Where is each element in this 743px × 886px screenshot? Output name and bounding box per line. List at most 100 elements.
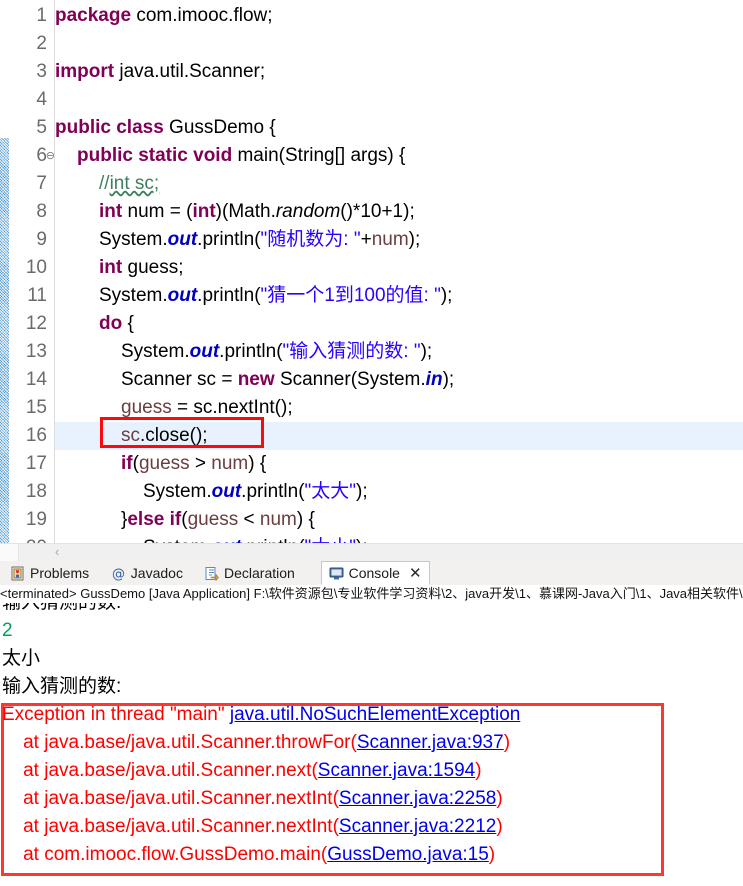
scrollbar-corner	[0, 544, 19, 561]
console-output[interactable]: 输入猜测的数:2太小输入猜测的数:Exception in thread "ma…	[0, 603, 743, 886]
stacktrace-link[interactable]: Scanner.java:1594	[318, 760, 475, 781]
console-line: 输入猜测的数:	[2, 673, 121, 701]
code-line: System.out.println("输入猜测的数: ");	[121, 338, 432, 366]
console-line: at java.base/java.util.Scanner.nextInt(S…	[2, 785, 503, 813]
code-token: guess	[138, 453, 190, 474]
editor-horizontal-scrollbar[interactable]: ‹	[0, 543, 743, 561]
code-editor[interactable]: 123456⊖7891011121314151617181920 package…	[0, 0, 743, 543]
code-line: System.out.println("太大");	[143, 478, 368, 506]
line-number: 18	[25, 481, 47, 502]
console-line: 输入猜测的数:	[2, 603, 121, 617]
code-line: guess = sc.nextInt();	[121, 394, 293, 422]
code-token: "猜一个1到100的值: "	[260, 285, 441, 306]
problems-icon	[10, 566, 25, 581]
line-number: 12	[25, 313, 47, 334]
stacktrace-link[interactable]: Scanner.java:2212	[339, 816, 496, 837]
console-icon	[329, 566, 344, 581]
code-token: guess	[187, 509, 239, 530]
line-number: 1	[36, 5, 47, 26]
console-text: 2	[2, 620, 13, 641]
code-token: .println(	[197, 285, 261, 306]
console-line: at com.imooc.flow.GussDemo.main(GussDemo…	[2, 841, 495, 869]
line-number: 14	[25, 369, 47, 390]
close-icon[interactable]: ✕	[409, 566, 422, 581]
code-line: int num = (int)(Math.random()*10+1);	[99, 198, 415, 226]
console-text: 输入猜测的数:	[2, 603, 121, 613]
code-token: num = (	[127, 201, 193, 222]
line-number: 8	[36, 201, 47, 222]
code-token: >	[189, 453, 212, 474]
line-number: 13	[25, 341, 47, 362]
code-token: int	[99, 201, 128, 222]
code-token: );	[440, 285, 453, 306]
console-line: at java.base/java.util.Scanner.next(Scan…	[2, 757, 482, 785]
code-line: sc.close();	[121, 422, 208, 450]
line-number: 2	[36, 33, 47, 54]
line-number-gutter[interactable]: 123456⊖7891011121314151617181920	[9, 0, 55, 543]
console-text: 太小	[2, 648, 41, 669]
code-token: in	[425, 369, 443, 390]
code-token: .close();	[140, 425, 208, 446]
code-token: public static void	[77, 145, 238, 166]
code-token: else if	[127, 509, 182, 530]
code-token: int sc;	[109, 173, 160, 194]
console-line: Exception in thread "main" java.util.NoS…	[2, 701, 520, 729]
code-line: System.out.println("随机数为: "+num);	[99, 226, 420, 254]
stacktrace-link[interactable]: Scanner.java:937	[357, 732, 504, 753]
tab-problems[interactable]: Problems	[3, 561, 96, 585]
console-launch-header: <terminated> GussDemo [Java Application]…	[0, 585, 743, 603]
code-line: //int sc;	[99, 170, 159, 198]
line-number: 7	[36, 173, 47, 194]
console-text: )	[475, 760, 482, 781]
code-token: //	[99, 173, 110, 194]
line-number: 5	[36, 117, 47, 138]
line-number: 11	[27, 285, 47, 306]
code-token: Scanner(System.	[279, 369, 426, 390]
tab-label: Declaration	[224, 565, 295, 581]
code-token: <	[238, 509, 260, 530]
console-text: at com.imooc.flow.GussDemo.main(	[2, 844, 328, 865]
tab-label: Console	[348, 565, 400, 581]
console-line: 2	[2, 617, 13, 645]
code-token: .println(	[241, 481, 305, 502]
code-token: if	[121, 453, 133, 474]
code-text-area[interactable]: package com.imooc.flow; import java.util.…	[55, 0, 743, 543]
stacktrace-link[interactable]: Scanner.java:2258	[339, 788, 496, 809]
stacktrace-link[interactable]: java.util.NoSuchElementException	[230, 704, 520, 725]
line-number: 19	[25, 509, 47, 530]
tab-declaration[interactable]: Declaration	[197, 561, 302, 585]
code-token: new	[237, 369, 280, 390]
bottom-panel: Problems @ Javadoc Declaration Console ✕ <ter…	[0, 561, 743, 886]
svg-text:@: @	[112, 567, 125, 581]
line-number: 16	[25, 425, 47, 446]
code-token: ()*10+1);	[340, 201, 415, 222]
stacktrace-link[interactable]: GussDemo.java:15	[327, 844, 489, 865]
code-token: .println(	[219, 341, 283, 362]
console-text: at java.base/java.util.Scanner.nextInt(	[2, 816, 339, 837]
code-token: num	[211, 453, 249, 474]
code-token: "输入猜测的数: "	[282, 341, 421, 362]
console-text: Exception in thread "main"	[2, 704, 230, 725]
code-line: Scanner sc = new Scanner(System.in);	[121, 366, 454, 394]
scroll-left-arrow[interactable]: ‹	[55, 544, 59, 561]
console-line: 太小	[2, 645, 40, 673]
fold-toggle-icon[interactable]: ⊖	[46, 142, 55, 170]
console-line: at java.base/java.util.Scanner.nextInt(S…	[2, 813, 503, 841]
tab-javadoc[interactable]: @ Javadoc	[104, 561, 190, 585]
code-line: int guess;	[99, 254, 183, 282]
console-text: )	[503, 732, 511, 753]
console-text: 输入猜测的数:	[2, 676, 122, 697]
code-token: java.util.Scanner;	[119, 61, 266, 82]
code-token: out	[167, 229, 198, 250]
line-number: 15	[25, 397, 47, 418]
code-token: num	[259, 509, 297, 530]
line-number: 20	[7, 534, 47, 543]
console-text: at java.base/java.util.Scanner.throwFor(	[2, 732, 357, 753]
code-token: );	[356, 481, 368, 502]
javadoc-icon: @	[111, 566, 126, 582]
tab-console[interactable]: Console ✕	[320, 561, 430, 585]
tab-label: Javadoc	[130, 565, 183, 581]
code-token: .println(	[197, 229, 261, 250]
code-token: System.	[121, 341, 190, 362]
code-token: out	[189, 341, 220, 362]
